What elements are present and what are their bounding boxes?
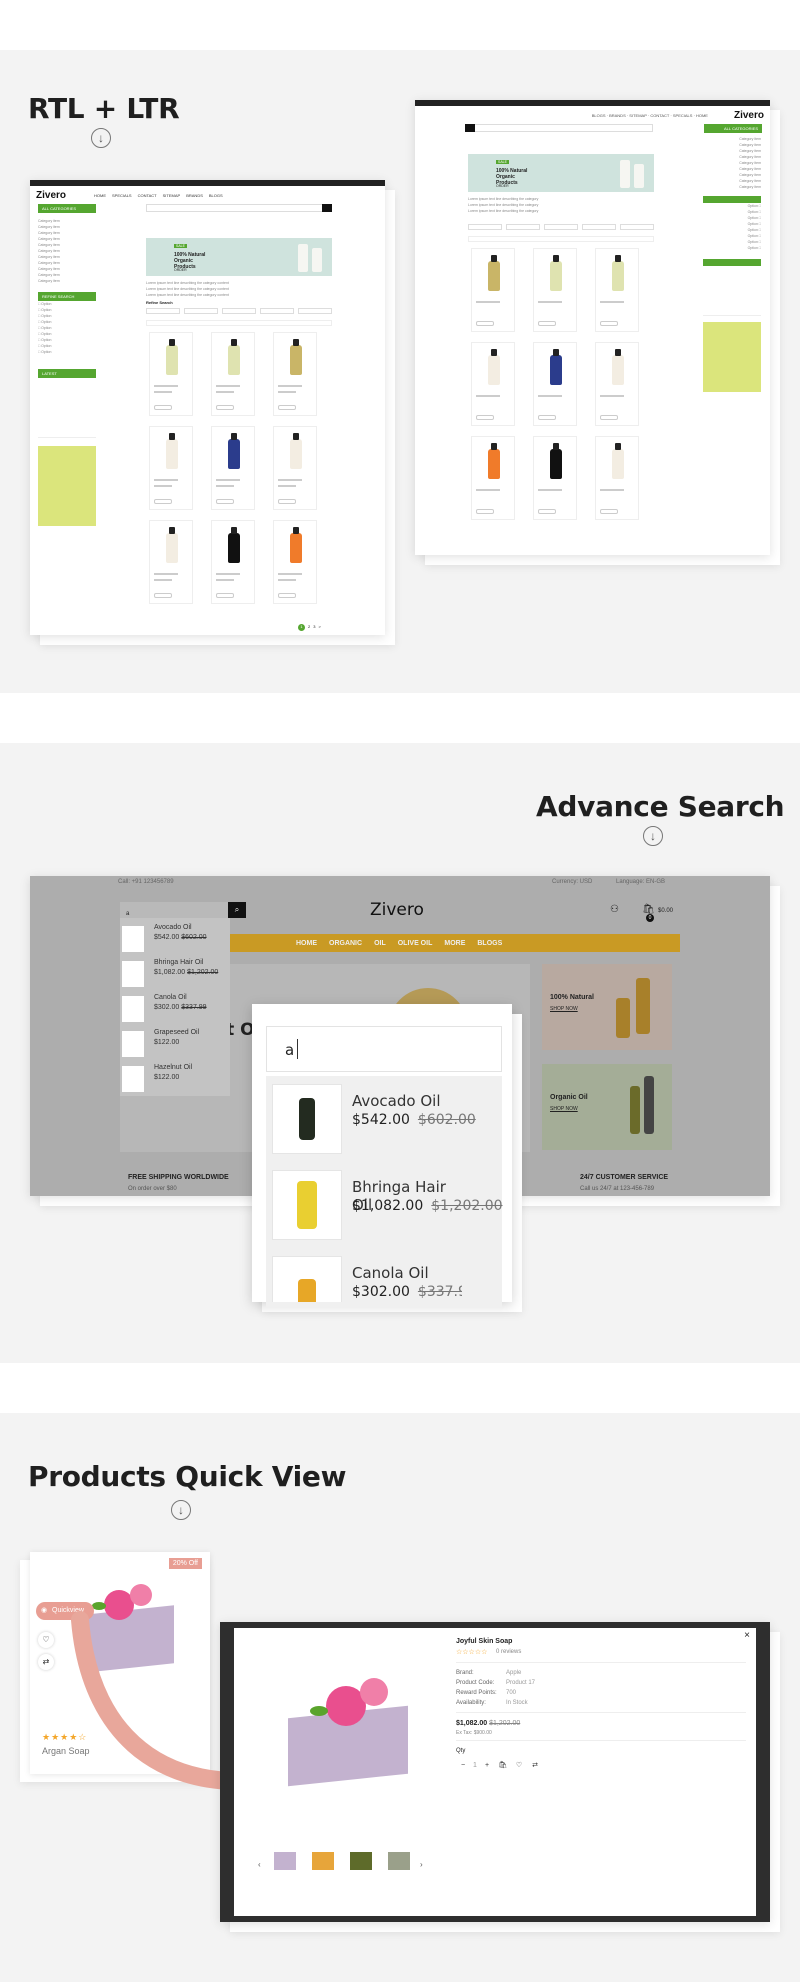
modal-product-image	[274, 1672, 424, 1787]
ltr-nav-sitemap[interactable]: SITEMAP	[163, 193, 181, 198]
bg-result-item[interactable]: Avocado Oil $542.00 $602.00	[122, 922, 226, 956]
rtl-search-box[interactable]	[473, 124, 653, 132]
shipping-sub: On order over $80	[128, 1186, 177, 1192]
result-item-canola[interactable]: Canola Oil $302.00$337.99	[272, 1256, 462, 1302]
qty-label: Qty	[456, 1748, 466, 1754]
bg-result-item[interactable]: Bhringa Hair Oil $1,082.00 $1,202.00	[122, 957, 226, 991]
next-thumb-icon[interactable]: ›	[420, 1860, 423, 1869]
gallery-thumb[interactable]	[388, 1852, 410, 1870]
product-thumb	[272, 1170, 342, 1240]
wishlist-icon[interactable]: ♡	[512, 1758, 526, 1772]
ltr-search-icon[interactable]	[322, 204, 332, 212]
bg-autocomplete-dropdown: Avocado Oil $542.00 $602.00 Bhringa Hair …	[120, 918, 230, 1096]
search-input[interactable]: a	[266, 1026, 502, 1072]
rtl-store-screenshot: BLOGS · BRANDS · SITEMAP · CONTACT · SPE…	[415, 100, 770, 555]
section-title-search-text: Advance Search	[536, 790, 785, 823]
gallery-thumb[interactable]	[312, 1852, 334, 1870]
section-title-quickview: Products Quick View	[28, 1460, 347, 1493]
account-icon[interactable]: ⚇	[610, 904, 619, 915]
menu-organic[interactable]: ORGANIC	[329, 940, 362, 947]
quickview-scroll-down-icon: ↓	[171, 1500, 191, 1520]
autocomplete-list: Avocado Oil $542.00 $602.00 Bhringa Hair …	[266, 1076, 503, 1308]
result-item-avocado[interactable]: Avocado Oil $542.00 $602.00	[272, 1084, 476, 1156]
gallery-thumb[interactable]	[350, 1852, 372, 1870]
search-scroll-down-icon: ↓	[643, 826, 663, 846]
bg-result-item[interactable]: Hazelnut Oil $122.00	[122, 1062, 226, 1096]
prev-thumb-icon[interactable]: ‹	[258, 1860, 261, 1869]
gallery-thumb[interactable]	[274, 1852, 296, 1870]
shipping-title: FREE SHIPPING WORLDWIDE	[128, 1174, 229, 1181]
modal-rating: ☆☆☆☆☆	[456, 1649, 488, 1656]
ltr-nav-brands[interactable]: BRANDS	[186, 193, 203, 198]
rtl-logo[interactable]: Zivero	[734, 110, 764, 121]
ltr-logo[interactable]: Zivero	[36, 190, 66, 201]
promo1-shop-now[interactable]: SHOP NOW	[550, 1006, 578, 1012]
search-demo-logo[interactable]: Zivero	[370, 900, 424, 920]
ltr-latest-header: LATEST	[38, 369, 96, 378]
result-item-bhringa[interactable]: Bhringa Hair Oil $1,082.00 $1,202.00	[272, 1170, 503, 1242]
product-thumb	[272, 1084, 342, 1154]
rtl-category-button[interactable]: ALL CATEGORIES	[704, 124, 762, 133]
promo-organic-oil[interactable]: Organic Oil SHOP NOW	[542, 1064, 672, 1150]
section-title-rtl: RTL + LTR	[28, 92, 180, 125]
modal-price: $1,082.00 $1,202.00	[456, 1720, 521, 1727]
language-selector[interactable]: Language: EN-GB	[616, 879, 665, 885]
service-title: 24/7 CUSTOMER SERVICE	[580, 1174, 669, 1181]
ltr-pagination[interactable]: 1 2 3 >	[298, 624, 321, 631]
modal-ex-tax: Ex Tax: $900.00	[456, 1730, 492, 1736]
menu-more[interactable]: MORE	[444, 940, 465, 947]
topbar-phone: Call: +91 123456789	[118, 879, 174, 885]
search-autocomplete-zoom: a Avocado Oil $542.00 $602.00 Bhringa Hai…	[252, 1004, 512, 1308]
currency-selector[interactable]: Currency: USD	[552, 879, 592, 885]
cart-total[interactable]: $0.00	[658, 908, 673, 914]
quickview-modal-screenshot: × ‹ › Joyful Skin Soap ☆☆☆☆☆ 0 reviews B…	[220, 1622, 770, 1922]
ltr-filter-header: REFINE SEARCH	[38, 292, 96, 301]
menu-olive-oil[interactable]: OLIVE OIL	[398, 940, 433, 947]
spec-brand[interactable]: Apple	[506, 1670, 521, 1676]
ltr-nav-contact[interactable]: CONTACT	[138, 193, 157, 198]
menu-home[interactable]: HOME	[296, 940, 317, 947]
menu-oil[interactable]: OIL	[374, 940, 386, 947]
bg-search-input[interactable]: a	[120, 902, 230, 918]
ltr-search-box[interactable]	[146, 204, 326, 212]
quickview-modal: × ‹ › Joyful Skin Soap ☆☆☆☆☆ 0 reviews B…	[234, 1628, 756, 1916]
menu-blogs[interactable]: BLOGS	[477, 940, 502, 947]
ltr-nav-home[interactable]: HOME	[94, 193, 106, 198]
service-sub: Call us 24/7 at 123-456-789	[580, 1186, 655, 1192]
ltr-hero-banner[interactable]: SALE 100% Natural Organic Products ORDER	[146, 238, 332, 276]
product-thumb	[272, 1256, 342, 1302]
modal-product-title: Joyful Skin Soap	[456, 1638, 513, 1645]
ltr-refine-label: Refine Search	[146, 300, 173, 305]
promo-natural[interactable]: 100% Natural SHOP NOW	[542, 964, 672, 1050]
modal-reviews[interactable]: 0 reviews	[496, 1649, 521, 1655]
ltr-category-button[interactable]: ALL CATEGORIES	[38, 204, 96, 213]
add-to-cart-icon[interactable]: 🛍	[496, 1758, 510, 1772]
search-icon[interactable]: ⌕	[228, 902, 246, 918]
bg-result-item[interactable]: Canola Oil $302.00 $337.99	[122, 992, 226, 1026]
rtl-hero-banner[interactable]: SALE 100% Natural Organic Products ORDER	[468, 154, 654, 192]
eye-icon: ◉	[41, 1607, 48, 1614]
scroll-down-icon: ↓	[91, 128, 111, 148]
ltr-nav-specials[interactable]: SPECIALS	[112, 193, 132, 198]
modal-close-button[interactable]: ×	[744, 1630, 750, 1641]
qty-plus-button[interactable]: +	[480, 1758, 494, 1772]
rtl-search-icon[interactable]	[465, 124, 475, 132]
ltr-nav-blogs[interactable]: BLOGS	[209, 193, 223, 198]
compare-icon[interactable]: ⇄	[528, 1758, 542, 1772]
bg-result-item[interactable]: Grapeseed Oil $122.00	[122, 1027, 226, 1061]
discount-badge: 20% Off	[168, 1558, 202, 1569]
ltr-store-screenshot: Zivero HOME SPECIALS CONTACT SITEMAP BRA…	[30, 180, 385, 635]
cart-count-badge: 0	[646, 914, 654, 922]
promo2-shop-now[interactable]: SHOP NOW	[550, 1106, 578, 1112]
